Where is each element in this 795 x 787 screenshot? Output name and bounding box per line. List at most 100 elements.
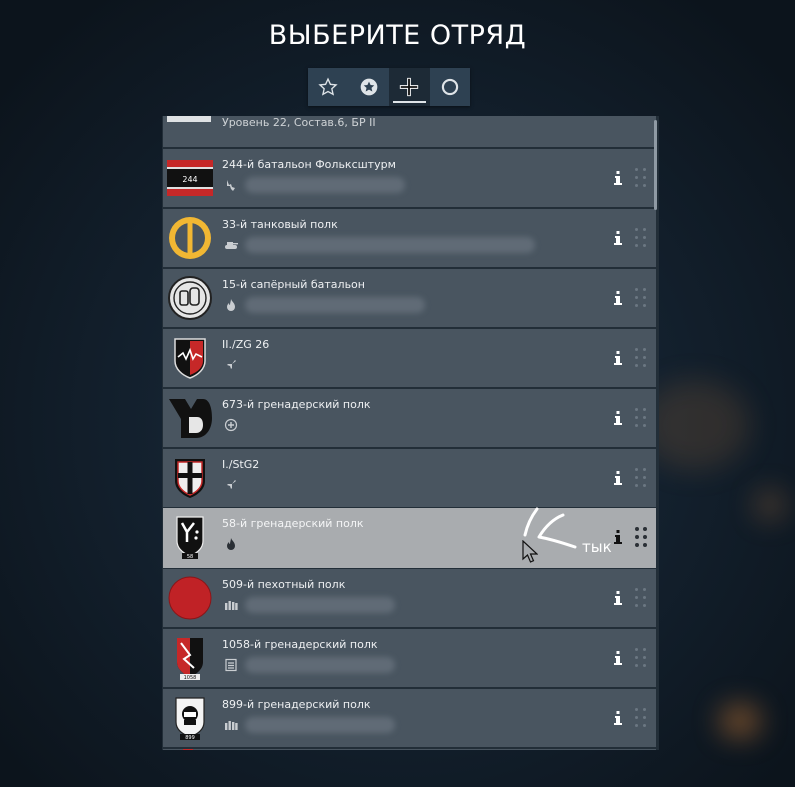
drag-handle[interactable] bbox=[635, 288, 647, 308]
squad-emblem-icon: 899 bbox=[175, 697, 205, 741]
list-icon bbox=[225, 658, 237, 672]
squad-row[interactable]: I./StG2 bbox=[163, 449, 656, 507]
drag-handle[interactable] bbox=[635, 228, 647, 248]
info-button[interactable] bbox=[611, 469, 625, 487]
squad-row[interactable]: 673-й гренадерский полк bbox=[163, 389, 656, 447]
tank-icon bbox=[225, 242, 238, 249]
squad-row[interactable]: 244 244-й батальон Фольксштурм bbox=[163, 149, 656, 207]
info-button[interactable] bbox=[611, 289, 625, 307]
plus-circle-icon bbox=[224, 418, 238, 432]
drag-handle[interactable] bbox=[635, 708, 647, 728]
squad-row-partial[interactable] bbox=[163, 749, 656, 750]
squad-emblem-icon: 1058 bbox=[177, 638, 203, 681]
squad-name: 33-й танковый полк bbox=[222, 218, 338, 231]
info-button[interactable] bbox=[611, 649, 625, 667]
ring-icon bbox=[441, 78, 458, 96]
squad-info-blurred bbox=[245, 597, 395, 613]
info-icon bbox=[614, 530, 622, 544]
squad-info-blurred bbox=[245, 237, 535, 253]
flame-icon bbox=[227, 299, 235, 311]
star-outline-icon bbox=[318, 77, 338, 96]
squad-info-blurred bbox=[245, 657, 395, 673]
svg-text:899: 899 bbox=[185, 735, 195, 741]
squad-row[interactable]: 509-й пехотный полк bbox=[163, 569, 656, 627]
svg-text:244: 244 bbox=[182, 175, 197, 184]
info-button[interactable] bbox=[611, 528, 625, 546]
squad-name: 1058-й гренадерский полк bbox=[222, 638, 378, 651]
info-icon bbox=[614, 231, 622, 245]
emblem bbox=[167, 116, 211, 122]
star-circle-icon bbox=[360, 78, 378, 96]
squad-row-partial[interactable]: Уровень 22, Состав.6, БР II bbox=[163, 116, 656, 147]
squad-info-blurred bbox=[245, 297, 425, 313]
squad-name: 244-й батальон Фольксштурм bbox=[222, 158, 396, 171]
squad-row[interactable]: II./ZG 26 bbox=[163, 329, 656, 387]
info-button[interactable] bbox=[611, 709, 625, 727]
squad-emblem-icon bbox=[169, 399, 212, 438]
filter-tab-star-circle[interactable] bbox=[349, 68, 390, 106]
info-icon bbox=[614, 291, 622, 305]
info-button[interactable] bbox=[611, 169, 625, 187]
infantry-icon bbox=[227, 180, 235, 191]
info-button[interactable] bbox=[611, 349, 625, 367]
svg-text:1058: 1058 bbox=[184, 675, 197, 681]
page-title: ВЫБЕРИТЕ ОТРЯД bbox=[268, 20, 527, 51]
squad-emblem-icon bbox=[175, 459, 205, 498]
info-icon bbox=[614, 471, 622, 485]
filter-tab-ring[interactable] bbox=[430, 68, 471, 106]
squad-name: 899-й гренадерский полк bbox=[222, 698, 371, 711]
emblem bbox=[183, 749, 193, 750]
squad-emblem-icon bbox=[168, 276, 212, 320]
squad-row[interactable]: 15-й сапёрный батальон bbox=[163, 269, 656, 327]
squad-name: 58-й гренадерский полк bbox=[222, 517, 364, 530]
flame-icon bbox=[227, 538, 235, 550]
info-icon bbox=[614, 711, 622, 725]
squad-name: II./ZG 26 bbox=[222, 338, 270, 351]
balkenkreuz-icon bbox=[400, 77, 419, 97]
squad-row[interactable]: 899 899-й гренадерский полк bbox=[163, 689, 656, 747]
info-icon bbox=[614, 591, 622, 605]
drag-handle[interactable] bbox=[635, 648, 647, 668]
squad-name: I./StG2 bbox=[222, 458, 260, 471]
filter-tab-star[interactable] bbox=[308, 68, 349, 106]
background-glow bbox=[720, 705, 760, 737]
squad-emblem-icon: 244 bbox=[167, 160, 213, 196]
drag-handle[interactable] bbox=[635, 588, 647, 608]
ammo-icon bbox=[225, 601, 238, 610]
info-icon bbox=[614, 411, 622, 425]
squad-list[interactable]: Уровень 22, Состав.6, БР II 244 244-й ба… bbox=[162, 116, 659, 750]
squad-info-blurred bbox=[245, 717, 395, 733]
squad-row[interactable]: 1058 1058-й гренадерский полк bbox=[163, 629, 656, 687]
drag-handle[interactable] bbox=[635, 168, 647, 188]
info-icon bbox=[614, 171, 622, 185]
aircraft-icon bbox=[225, 360, 236, 371]
squad-name: 15-й сапёрный батальон bbox=[222, 278, 365, 291]
squad-level: Уровень 22, Состав.6, БР II bbox=[222, 116, 376, 129]
drag-handle[interactable] bbox=[635, 468, 647, 488]
info-button[interactable] bbox=[611, 229, 625, 247]
aircraft-icon bbox=[225, 480, 236, 491]
list-scrollbar[interactable] bbox=[654, 120, 657, 210]
ammo-icon bbox=[225, 721, 238, 730]
filter-tab-germany[interactable] bbox=[389, 68, 430, 106]
info-icon bbox=[614, 351, 622, 365]
info-button[interactable] bbox=[611, 589, 625, 607]
squad-emblem-icon bbox=[168, 576, 212, 620]
squad-info-blurred bbox=[245, 177, 405, 193]
squad-row[interactable]: 33-й танковый полк bbox=[163, 209, 656, 267]
svg-text:58: 58 bbox=[187, 554, 193, 560]
squad-emblem-icon bbox=[174, 338, 206, 379]
filter-bar bbox=[308, 68, 470, 106]
squad-emblem-icon: 58 bbox=[176, 516, 204, 560]
drag-handle[interactable] bbox=[635, 348, 647, 368]
squad-emblem-icon bbox=[169, 217, 211, 259]
annotation-text: тык bbox=[582, 538, 612, 556]
drag-handle[interactable] bbox=[635, 527, 647, 547]
drag-handle[interactable] bbox=[635, 408, 647, 428]
squad-name: 673-й гренадерский полк bbox=[222, 398, 371, 411]
squad-name: 509-й пехотный полк bbox=[222, 578, 346, 591]
info-button[interactable] bbox=[611, 409, 625, 427]
info-icon bbox=[614, 651, 622, 665]
background-glow bbox=[755, 490, 785, 520]
cursor-icon bbox=[522, 540, 538, 563]
